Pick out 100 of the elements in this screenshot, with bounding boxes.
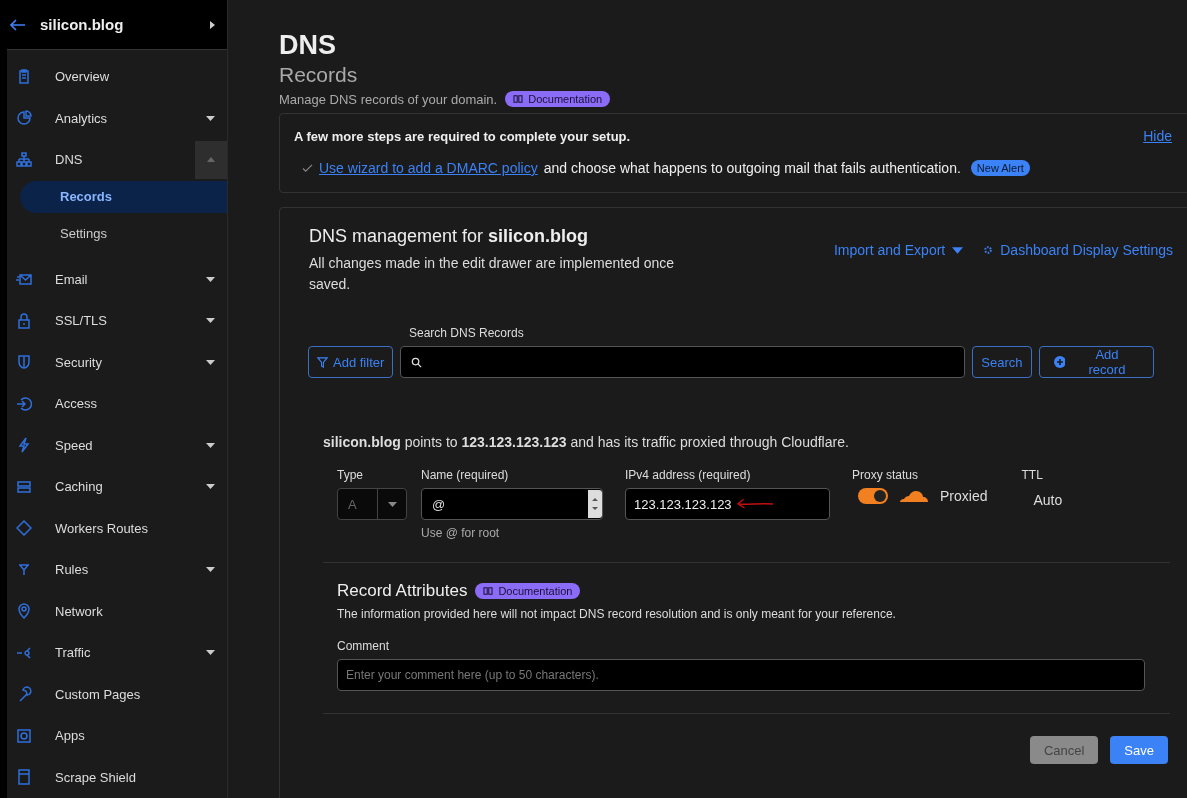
nav-item[interactable]: Security xyxy=(7,341,227,383)
lightning-icon xyxy=(16,437,32,454)
documentation-link[interactable]: Documentation xyxy=(505,91,611,107)
sitemap-icon xyxy=(16,151,32,168)
annotation-arrow-icon xyxy=(735,498,774,510)
nav-item[interactable]: Scrape Shield xyxy=(7,756,227,798)
page-subtitle: Records xyxy=(279,63,359,87)
save-button[interactable]: Save xyxy=(1110,736,1168,764)
field-label: IPv4 address (required) xyxy=(625,468,752,482)
collapse-toggle[interactable] xyxy=(195,140,227,179)
caret-down-icon xyxy=(387,501,397,507)
nav-subitem[interactable]: Settings xyxy=(20,217,227,250)
caret-down-icon[interactable] xyxy=(206,650,215,656)
field-label: Type xyxy=(337,468,364,482)
shield-icon xyxy=(16,354,32,371)
nav-label: Caching xyxy=(55,479,104,495)
nav-item[interactable]: Overview xyxy=(7,56,227,98)
funnel-icon xyxy=(16,561,32,578)
nav-label: Speed xyxy=(55,437,94,453)
add-filter-button[interactable]: Add filter xyxy=(308,346,394,378)
nav-item[interactable]: Speed xyxy=(7,424,227,466)
documentation-link[interactable]: Documentation xyxy=(475,583,581,599)
sign-in-icon xyxy=(16,395,32,412)
nav-label: Email xyxy=(55,271,89,287)
nav-subitem[interactable]: Records xyxy=(20,180,227,213)
settings-icon xyxy=(983,245,994,255)
search-label: Search DNS Records xyxy=(409,326,525,340)
caret-down-icon[interactable] xyxy=(206,115,215,121)
comment-label: Comment xyxy=(337,639,390,653)
nav-item[interactable]: Email xyxy=(7,258,227,300)
step-text: and choose what happens to outgoing mail that fails authentication. xyxy=(543,160,961,176)
nav-label: Overview xyxy=(55,69,111,85)
search-field[interactable] xyxy=(400,346,966,378)
attributes-title: Record Attributes xyxy=(337,581,468,601)
nav-item[interactable]: Traffic xyxy=(7,632,227,674)
new-alert-badge: New Alert xyxy=(970,160,1030,176)
nav-label: Access xyxy=(55,396,98,412)
nav-item[interactable]: Rules xyxy=(7,549,227,591)
caret-down-icon[interactable] xyxy=(206,567,215,573)
spinner-control[interactable] xyxy=(588,490,602,518)
caret-down-icon xyxy=(952,246,964,254)
diamond-icon xyxy=(16,520,32,537)
add-record-button[interactable]: Add record xyxy=(1038,346,1154,378)
filter-icon xyxy=(317,356,328,368)
book-icon xyxy=(483,587,494,595)
hide-link[interactable]: Hide xyxy=(1143,128,1172,144)
plus-circle-icon xyxy=(1053,356,1066,368)
page-description: Manage DNS records of your domain. xyxy=(279,91,498,107)
caret-down-icon[interactable] xyxy=(206,318,215,324)
nav-label: Network xyxy=(55,603,104,619)
nodes-icon xyxy=(16,644,32,661)
pie-chart-icon xyxy=(16,110,32,127)
nav-item[interactable]: Custom Pages xyxy=(7,673,227,715)
map-pin-icon xyxy=(16,603,32,620)
proxy-toggle[interactable] xyxy=(858,488,888,504)
nav-item[interactable]: Workers Routes xyxy=(7,507,227,549)
nav-label: SSL/TLS xyxy=(55,313,109,329)
record-summary: silicon.blog points to 123.123.123.123 and has its traffic proxied through Cloudflare. xyxy=(323,434,850,450)
search-icon xyxy=(411,356,423,368)
display-settings-link[interactable]: Dashboard Display Settings xyxy=(983,242,1173,258)
back-arrow-icon[interactable] xyxy=(10,18,26,31)
alert-heading: A few more steps are required to complete your setup. xyxy=(294,128,631,144)
cloud-icon xyxy=(898,489,930,503)
search-button[interactable]: Search xyxy=(972,346,1032,378)
caret-right-icon[interactable] xyxy=(210,20,215,29)
nav-label: Security xyxy=(55,354,103,370)
nav-label: Analytics xyxy=(55,110,109,126)
nav-item[interactable]: SSL/TLS xyxy=(7,300,227,342)
caret-down-icon[interactable] xyxy=(206,442,215,448)
dmarc-wizard-link[interactable]: Use wizard to add a DMARC policy xyxy=(319,160,538,176)
proxy-status-text: Proxied xyxy=(940,488,988,504)
document-icon xyxy=(16,769,32,786)
nav-item[interactable]: Caching xyxy=(7,466,227,508)
nav-label: Rules xyxy=(55,562,90,578)
import-export-link[interactable]: Import and Export xyxy=(833,242,964,258)
account-name[interactable]: silicon.blog xyxy=(40,16,196,33)
clipboard-icon xyxy=(16,68,32,85)
nav-item[interactable]: Analytics xyxy=(7,97,227,139)
caret-up-icon xyxy=(207,157,215,163)
caret-down-icon[interactable] xyxy=(206,276,215,282)
nav-item[interactable]: DNS xyxy=(7,139,227,181)
section-title: DNS management for silicon.blog xyxy=(309,226,590,247)
nav-item[interactable]: Apps xyxy=(7,715,227,757)
nav-item[interactable]: Access xyxy=(7,383,227,425)
nav-label: Scrape Shield xyxy=(55,769,137,785)
lock-icon xyxy=(16,312,32,329)
nav-label: Custom Pages xyxy=(55,686,142,702)
caret-down-icon[interactable] xyxy=(206,359,215,365)
field-label: Name (required) xyxy=(421,468,510,482)
envelope-icon xyxy=(16,271,32,288)
caret-down-icon[interactable] xyxy=(206,484,215,490)
field-label: Proxy status xyxy=(852,468,920,482)
stack-icon xyxy=(16,478,32,495)
section-description: All changes made in the edit drawer are implemented once saved. xyxy=(309,254,675,294)
name-input[interactable]: @ xyxy=(421,488,603,520)
nav-label: Traffic xyxy=(55,645,92,661)
field-label: TTL xyxy=(1021,468,1044,482)
comment-input[interactable]: Enter your comment here (up to 50 characters). xyxy=(337,659,1145,691)
ipv4-input[interactable]: 123.123.123.123 xyxy=(625,488,830,520)
nav-item[interactable]: Network xyxy=(7,590,227,632)
